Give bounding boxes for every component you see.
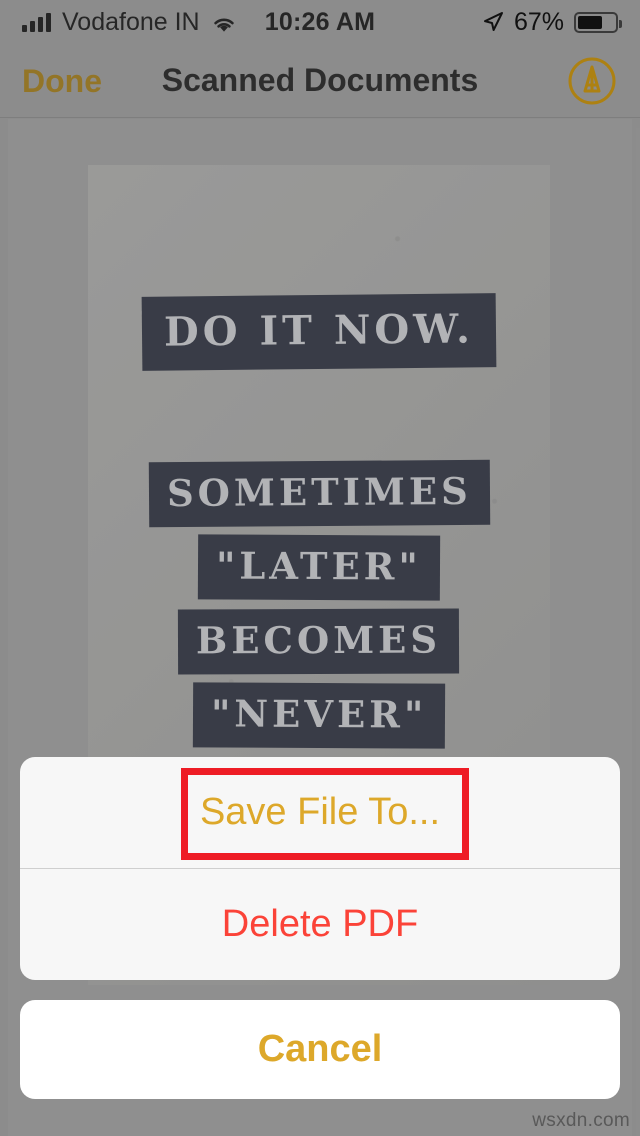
save-file-to-button[interactable]: Save File To... xyxy=(20,757,620,868)
signal-bars-icon xyxy=(22,12,51,32)
action-sheet: Save File To... Delete PDF Cancel xyxy=(20,757,620,1099)
cancel-button[interactable]: Cancel xyxy=(20,1000,620,1099)
status-bar-left: Vodafone IN xyxy=(22,8,237,37)
cancel-group: Cancel xyxy=(20,1000,620,1099)
quote-headline: DO IT NOW. xyxy=(141,293,497,371)
done-button[interactable]: Done xyxy=(22,65,102,97)
quote-line-1: SOMETIMES xyxy=(148,459,490,528)
markup-pen-icon[interactable] xyxy=(566,55,618,107)
iphone-screen: Vodafone IN 10:26 AM 67% Done Scanned Do… xyxy=(0,0,640,1136)
battery-percent-label: 67% xyxy=(513,7,564,36)
quote-line-3: BECOMES xyxy=(178,608,460,675)
status-bar: Vodafone IN 10:26 AM 67% xyxy=(0,0,640,44)
action-sheet-group: Save File To... Delete PDF xyxy=(20,757,620,980)
battery-icon xyxy=(574,11,622,33)
quote-bands: DO IT NOW. SOMETIMES "LATER" BECOMES "NE… xyxy=(88,293,550,749)
status-bar-right: 67% xyxy=(482,7,622,37)
delete-pdf-button[interactable]: Delete PDF xyxy=(20,869,620,980)
carrier-label: Vodafone IN xyxy=(62,7,200,36)
watermark: wsxdn.com xyxy=(532,1110,630,1131)
navigation-bar: Done Scanned Documents xyxy=(0,44,640,118)
quote-line-2: "LATER" xyxy=(197,534,441,601)
quote-line-4: "NEVER" xyxy=(192,682,446,749)
location-arrow-icon xyxy=(482,11,504,33)
wifi-icon xyxy=(211,12,237,32)
